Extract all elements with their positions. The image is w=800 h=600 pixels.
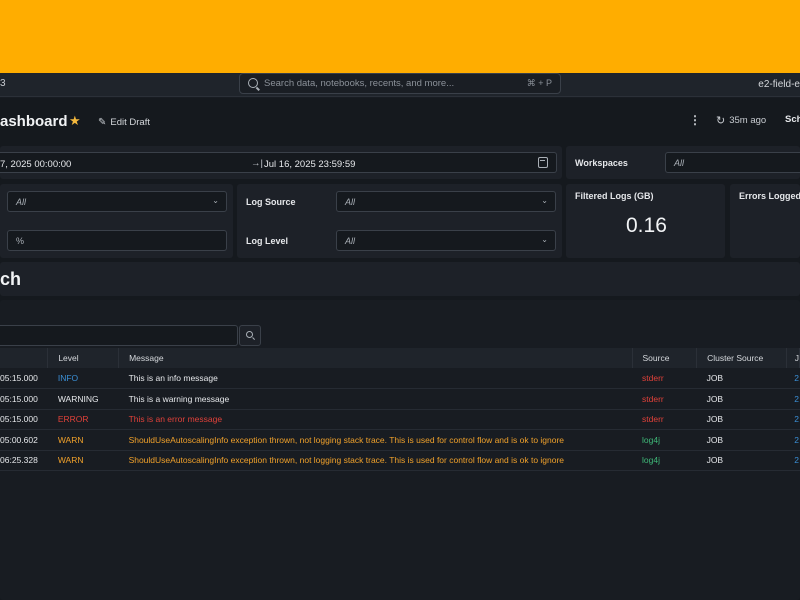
date-start: 7, 2025 00:00:00 <box>0 159 72 170</box>
edit-draft-button[interactable]: ✎ Edit Draft <box>92 111 156 133</box>
cell-source: stderr <box>642 414 664 425</box>
cell-source: log4j <box>642 455 660 466</box>
filtered-logs-card: Filtered Logs (GB) 0.16 <box>566 184 725 258</box>
cell-time: 05:15.000 <box>0 393 38 404</box>
cell-cluster-source: JOB <box>706 434 724 445</box>
cell-job-link[interactable]: 2 <box>786 430 799 451</box>
search-icon <box>248 78 258 88</box>
cell-level: WARNING <box>57 393 99 404</box>
global-search-input[interactable]: Search data, notebooks, recents, and mor… <box>239 73 561 94</box>
table-header-row: Level Message Source Cluster Source J <box>0 348 800 368</box>
workspaces-label: Workspaces <box>575 158 628 168</box>
calendar-icon[interactable] <box>538 157 548 168</box>
page-title: ashboard <box>0 113 68 130</box>
column-header-level[interactable]: Level <box>47 348 120 368</box>
kebab-icon[interactable]: ⋮ <box>689 113 701 127</box>
top-banner <box>0 0 800 73</box>
pencil-icon: ✎ <box>98 116 107 128</box>
cell-source: stderr <box>642 393 664 404</box>
cell-cluster-source: JOB <box>706 393 724 404</box>
date-end: Jul 16, 2025 23:59:59 <box>264 159 356 170</box>
cell-job-link[interactable]: 2 <box>786 368 799 389</box>
date-range-arrow: →| <box>251 158 263 169</box>
filtered-logs-value: 0.16 <box>626 214 667 237</box>
star-icon[interactable]: ★ <box>69 113 81 129</box>
log-level-select[interactable]: All ⌄ <box>336 230 556 251</box>
cell-job-link[interactable]: 2 <box>786 389 799 410</box>
chevron-down-icon: ⌄ <box>541 235 548 244</box>
cell-source: log4j <box>642 434 660 445</box>
chevron-down-icon: ⌄ <box>541 196 548 205</box>
column-header-time[interactable] <box>0 348 49 368</box>
cell-source: stderr <box>642 373 664 383</box>
column-header-source[interactable]: Source <box>632 348 698 368</box>
cell-time: 05:00.602 <box>0 434 38 445</box>
filter-value-2: % <box>16 236 25 246</box>
table-row[interactable]: 06:25.328 WARN ShouldUseAutoscalingInfo … <box>0 450 800 471</box>
workspace-switcher[interactable]: e2-field-e <box>758 79 800 90</box>
filter-value-1: All <box>16 197 27 207</box>
filter-text-input[interactable]: % <box>7 230 227 251</box>
refresh-label: 35m ago <box>729 115 767 126</box>
cell-cluster-source: JOB <box>706 414 724 425</box>
table-search-input[interactable] <box>0 325 238 346</box>
app-logo[interactable]: 3 <box>0 78 6 89</box>
edit-draft-label: Edit Draft <box>110 116 150 128</box>
cell-time: 05:15.000 <box>0 373 38 383</box>
section-header-panel: ch <box>0 262 800 296</box>
errors-logged-card: Errors Logged <box>730 184 800 258</box>
log-source-label: Log Source <box>246 197 296 207</box>
workspaces-value: All <box>674 158 685 168</box>
chevron-down-icon: ⌄ <box>212 196 219 205</box>
table-row[interactable]: 05:00.602 WARN ShouldUseAutoscalingInfo … <box>0 430 800 451</box>
cell-message: ShouldUseAutoscalingInfo exception throw… <box>128 455 565 466</box>
filter-panel-right: Log Source All ⌄ Log Level All ⌄ <box>237 184 562 258</box>
cell-job-link[interactable]: 2 <box>786 409 799 430</box>
cell-job-link[interactable]: 2 <box>786 450 799 471</box>
log-level-value: All <box>345 236 356 246</box>
column-header-message[interactable]: Message <box>118 348 633 368</box>
log-table: Level Message Source Cluster Source J 05… <box>0 348 800 471</box>
date-range-panel: 7, 2025 00:00:00 →| Jul 16, 2025 23:59:5… <box>0 146 562 179</box>
cell-message: This is a warning message <box>128 393 230 404</box>
table-row[interactable]: 05:15.000 WARNING This is a warning mess… <box>0 389 800 410</box>
errors-logged-title: Errors Logged <box>739 191 800 201</box>
cell-level: INFO <box>57 373 79 383</box>
workspaces-filter-panel: Workspaces All <box>566 146 800 179</box>
cell-message: This is an error message <box>128 414 223 425</box>
cell-level: ERROR <box>57 414 89 425</box>
cell-message: This is an info message <box>128 373 218 383</box>
date-range-picker[interactable]: 7, 2025 00:00:00 →| Jul 16, 2025 23:59:5… <box>0 152 557 173</box>
filtered-logs-title: Filtered Logs (GB) <box>575 191 654 201</box>
log-level-label: Log Level <box>246 236 289 246</box>
filter-select-1[interactable]: All ⌄ <box>7 191 227 212</box>
cell-time: 06:25.328 <box>0 455 38 466</box>
top-navigation-bar: 3 Search data, notebooks, recents, and m… <box>0 73 800 97</box>
refresh-button[interactable]: ↻ 35m ago <box>716 114 766 127</box>
cell-cluster-source: JOB <box>706 373 724 383</box>
cell-level: WARN <box>57 455 84 466</box>
log-source-value: All <box>345 197 356 207</box>
table-row[interactable]: 05:15.000 ERROR This is an error message… <box>0 409 800 430</box>
log-source-select[interactable]: All ⌄ <box>336 191 556 212</box>
table-row[interactable]: 05:15.000 INFO This is an info message s… <box>0 368 800 389</box>
search-shortcut: ⌘ + P <box>526 78 552 88</box>
filter-panel-left: All ⌄ % <box>0 184 233 258</box>
refresh-icon: ↻ <box>716 115 726 127</box>
column-header-job[interactable]: J <box>786 348 800 368</box>
dashboard-header: ashboard ★ ✎ Edit Draft ⋮ ↻ 35m ago Sch <box>0 108 800 136</box>
cell-time: 05:15.000 <box>0 414 38 425</box>
table-search-button[interactable] <box>239 325 261 346</box>
schedule-button[interactable]: Sch <box>785 114 800 125</box>
search-placeholder: Search data, notebooks, recents, and mor… <box>264 78 455 89</box>
cell-message: ShouldUseAutoscalingInfo exception throw… <box>128 434 565 445</box>
section-title: ch <box>0 269 22 289</box>
column-header-cluster-source[interactable]: Cluster Source <box>696 348 787 368</box>
cell-level: WARN <box>57 434 84 445</box>
cell-cluster-source: JOB <box>706 455 724 466</box>
workspaces-select[interactable]: All <box>665 152 800 173</box>
search-icon <box>246 331 253 338</box>
